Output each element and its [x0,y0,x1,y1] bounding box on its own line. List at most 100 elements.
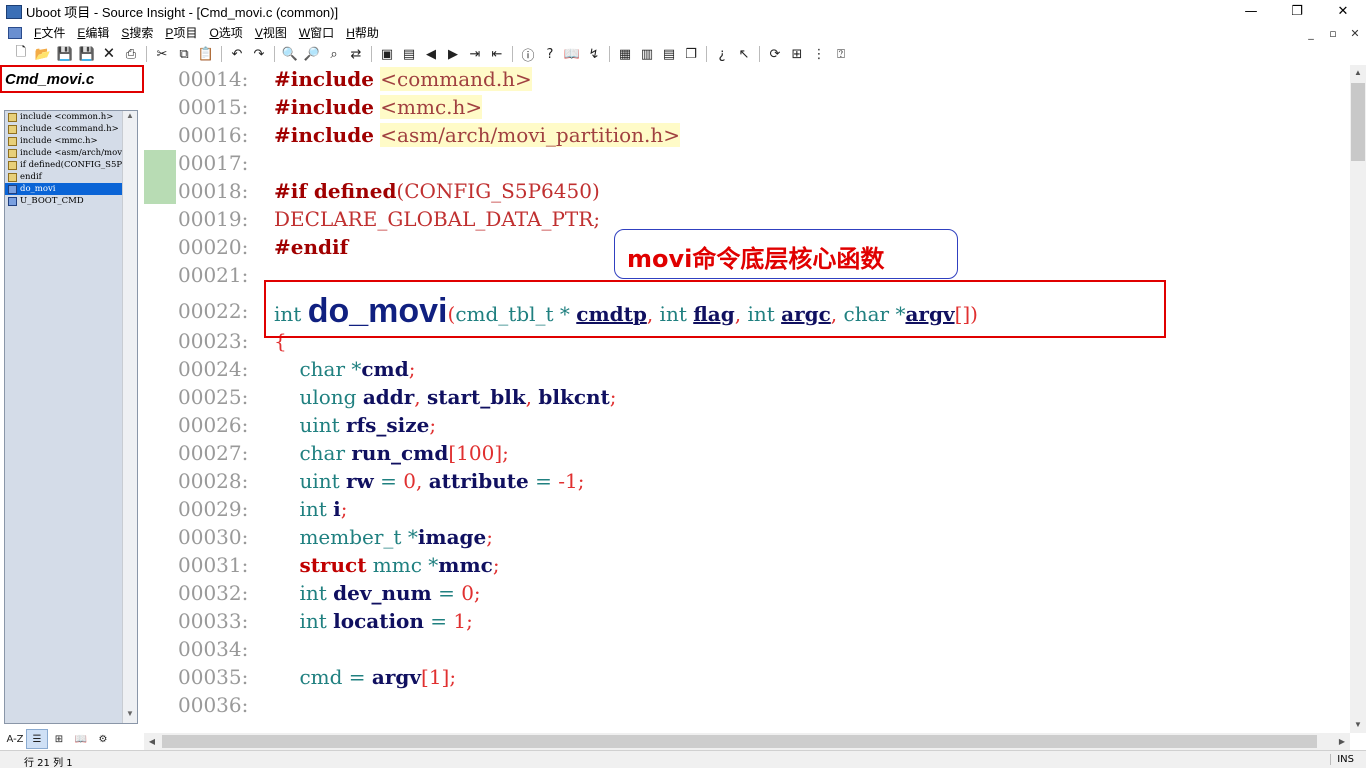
code-editor[interactable]: 00014: #include <command.h> 00015: #include… [144,65,1350,733]
code-line[interactable]: 00030: member_t *image; [178,523,493,551]
bookmark-next-icon[interactable]: ▤ [398,45,420,63]
close-file-icon[interactable]: 🗙 [98,45,120,63]
context-help-icon[interactable]: ¿ [711,45,733,63]
symbol-item[interactable]: if defined(CONFIG_S5P6450) [5,159,123,171]
scroll-right-icon[interactable]: ▶ [1334,733,1350,750]
save-all-icon[interactable]: 💾 [76,45,98,63]
print-icon[interactable]: ⎙ [120,45,142,63]
book-icon[interactable]: 📖 [561,45,583,63]
window-icon[interactable]: ▦ [614,45,636,63]
outline-icon[interactable]: ⋮ [808,45,830,63]
menu-item[interactable]: F文件 [28,23,71,43]
code-line[interactable]: 00016: #include <asm/arch/movi_partition.… [178,121,681,149]
tree-icon[interactable]: ⊞ [48,729,70,749]
horizontal-scrollbar[interactable]: ◀ ▶ [144,733,1350,750]
symbol-scrollbar[interactable]: ▲ ▼ [122,111,137,723]
cut-icon[interactable]: ✂ [151,45,173,63]
symbol-item[interactable]: include <command.h> [5,123,123,135]
scroll-up-icon[interactable]: ▲ [1350,65,1366,81]
mdi-minimize-button[interactable]: _ [1300,27,1322,40]
back-icon[interactable]: ◀ [420,45,442,63]
window-cascade-icon[interactable]: ❐ [680,45,702,63]
code-line[interactable]: 00035: cmd = argv[1]; [178,663,456,691]
what-is-icon[interactable]: ↖ [733,45,755,63]
code-line[interactable]: 00032: int dev_num = 0; [178,579,481,607]
window-split-icon[interactable]: ▤ [658,45,680,63]
code-line[interactable]: 00015: #include <mmc.h> [178,93,483,121]
code-line[interactable]: 00014: #include <command.h> [178,65,532,93]
symbol-item[interactable]: endif [5,171,123,183]
sync-icon[interactable]: ⟳ [764,45,786,63]
replace-icon[interactable]: ⇄ [345,45,367,63]
scroll-left-icon[interactable]: ◀ [144,733,160,750]
copy-icon[interactable]: ⧉ [173,45,195,63]
relation-icon[interactable]: ↯ [583,45,605,63]
help-icon[interactable]: ? [539,45,561,63]
document-icon[interactable] [8,27,22,39]
jump-icon[interactable]: ⇥ [464,45,486,63]
mdi-close-button[interactable]: ✕ [1344,27,1366,40]
jump-back-icon[interactable]: ⇤ [486,45,508,63]
search-project-icon[interactable]: 🔎 [301,45,323,63]
scroll-down-icon[interactable]: ▼ [1350,717,1366,733]
book-icon[interactable]: 📖 [70,729,92,749]
toolbar-separator [512,46,513,62]
sort-az-button[interactable]: A-Z [4,729,26,749]
symbol-item[interactable]: include <common.h> [5,111,123,123]
window-tile-icon[interactable]: ▥ [636,45,658,63]
vertical-scrollbar[interactable]: ▲ ▼ [1350,65,1366,733]
code-line[interactable]: 00021: [178,261,274,289]
menu-item[interactable]: V视图 [249,23,293,43]
forward-icon[interactable]: ▶ [442,45,464,63]
mdi-restore-button[interactable]: ▫ [1322,27,1344,40]
symbol-item[interactable]: do_movi [5,183,123,195]
lookup-icon[interactable]: ⌕ [323,45,345,63]
code-line[interactable]: 00023:{ [178,327,287,355]
about-icon[interactable]: ⍰ [830,45,852,63]
search-icon[interactable]: 🔍 [279,45,301,63]
code-line[interactable]: 00019: DECLARE_GLOBAL_DATA_PTR; [178,205,600,233]
bookmark-icon[interactable]: ▣ [376,45,398,63]
menu-item[interactable]: S搜索 [115,23,159,43]
menu-item[interactable]: O选项 [203,23,248,43]
menu-item[interactable]: W窗口 [293,23,340,43]
scroll-down-icon[interactable]: ▼ [123,709,137,723]
code-line[interactable]: 00034: [178,635,274,663]
scroll-up-icon[interactable]: ▲ [123,111,137,125]
open-file-icon[interactable]: 📂 [32,45,54,63]
symbol-item[interactable]: U_BOOT_CMD [5,195,123,207]
new-file-icon[interactable]: 🗋 [10,45,32,63]
code-line[interactable]: 00028: uint rw = 0, attribute = -1; [178,467,584,495]
code-line[interactable]: 00018: #if defined(CONFIG_S5P6450) [178,177,600,205]
code-line[interactable]: 00033: int location = 1; [178,607,473,635]
symbol-item[interactable]: include <asm/arch/movi_partition.h> [5,147,123,159]
config-icon[interactable]: ⚙ [92,729,114,749]
menu-item[interactable]: E编辑 [71,23,115,43]
save-icon[interactable]: 💾 [54,45,76,63]
symbol-item[interactable]: include <mmc.h> [5,135,123,147]
browse-icon[interactable]: ⊞ [786,45,808,63]
scroll-thumb[interactable] [1351,83,1365,161]
list-icon[interactable]: ☰ [26,729,48,749]
code-line[interactable]: 00017: [178,149,274,177]
code-line[interactable]: 00025: ulong addr, start_blk, blkcnt; [178,383,617,411]
code-line[interactable]: 00024: char *cmd; [178,355,415,383]
redo-icon[interactable]: ↷ [248,45,270,63]
maximize-button[interactable]: ❐ [1274,0,1320,23]
code-line[interactable]: 00020: #endif [178,233,348,261]
close-button[interactable]: ✕ [1320,0,1366,23]
code-line[interactable]: 00026: uint rfs_size; [178,411,436,439]
menu-item[interactable]: H帮助 [340,23,385,43]
code-line[interactable]: 00036: [178,691,274,719]
paste-icon[interactable]: 📋 [195,45,217,63]
scroll-thumb[interactable] [162,735,1317,748]
minimize-button[interactable]: — [1228,0,1274,23]
code-line[interactable]: 00027: char run_cmd[100]; [178,439,509,467]
symbol-info-icon[interactable]: ⓘ [517,45,539,64]
code-text: struct mmc *mmc; [299,553,500,577]
code-line[interactable]: 00031: struct mmc *mmc; [178,551,500,579]
undo-icon[interactable]: ↶ [226,45,248,63]
menu-item[interactable]: P项目 [159,23,203,43]
code-line[interactable]: 00022: int do_movi(cmd_tbl_t * cmdtp, int… [178,294,978,328]
code-line[interactable]: 00029: int i; [178,495,347,523]
